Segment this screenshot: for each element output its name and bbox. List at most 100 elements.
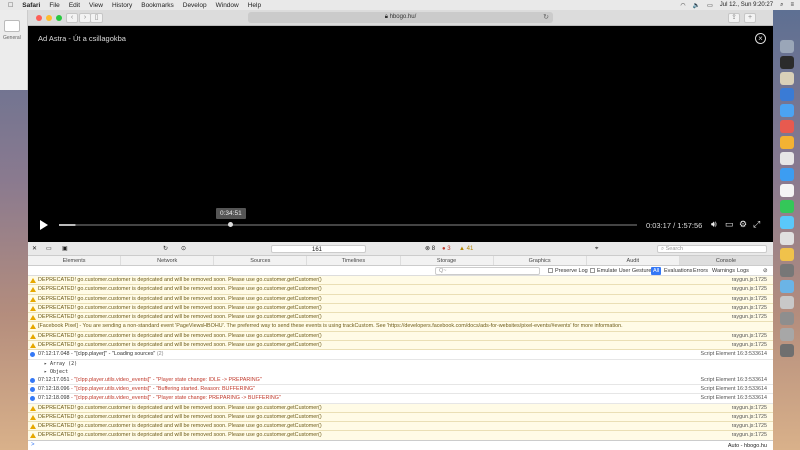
dock-app-icon[interactable] xyxy=(780,168,794,181)
tab-console[interactable]: Console xyxy=(679,256,773,265)
log-source-link[interactable]: raygun.js:1725 xyxy=(732,304,767,312)
log-source-link[interactable]: raygun.js:1725 xyxy=(732,295,767,303)
subtitles-icon[interactable]: ▭ xyxy=(725,219,734,230)
tab-graphics[interactable]: Graphics xyxy=(494,256,587,265)
dock-close-icon[interactable]: ✕ xyxy=(32,245,37,253)
play-icon[interactable] xyxy=(40,220,48,230)
settings-gear-icon[interactable]: ⚙︎ xyxy=(739,219,747,230)
tab-elements[interactable]: Elements xyxy=(28,256,122,265)
undock-icon[interactable]: ▣ xyxy=(62,245,68,253)
video-player[interactable]: Ad Astra - Út a csillagokba × 0:34:51 0:… xyxy=(28,26,773,242)
dock-app-icon[interactable] xyxy=(780,72,794,85)
menubar-clock[interactable]: Jul 12., Sun 9:20:27 xyxy=(720,2,773,8)
menu-edit[interactable]: Edit xyxy=(69,2,80,9)
reload-icon[interactable]: ↻ xyxy=(543,12,549,23)
preserve-log-checkbox[interactable]: Preserve Log xyxy=(548,267,588,275)
minimize-window-button[interactable] xyxy=(46,15,52,21)
dock-app-icon[interactable] xyxy=(780,56,794,69)
menu-develop[interactable]: Develop xyxy=(183,2,207,9)
dock-app-icon[interactable] xyxy=(780,344,794,357)
fullscreen-icon[interactable]: ⤢ xyxy=(753,219,760,230)
tab-sources[interactable]: Sources xyxy=(214,256,308,265)
address-bar[interactable]: 🔒︎ hbogo.hu/ ↻ xyxy=(248,12,553,23)
dock-app-icon[interactable] xyxy=(780,136,794,149)
volume-icon[interactable]: 🔈 xyxy=(693,2,700,9)
control-center-icon[interactable]: ≡ xyxy=(790,2,794,8)
tab-timelines[interactable]: Timelines xyxy=(307,256,401,265)
tab-storage[interactable]: Storage xyxy=(401,256,494,265)
menu-safari[interactable]: Safari xyxy=(22,2,40,9)
dock-app-icon[interactable] xyxy=(780,280,794,293)
dock-app-icon[interactable] xyxy=(780,88,794,101)
console-prompt[interactable]: > Auto - hbogo.hu xyxy=(28,440,773,450)
console-filter-input[interactable]: Q~ xyxy=(435,267,540,275)
share-button[interactable]: ⇪ xyxy=(728,13,740,23)
log-source-link[interactable]: raygun.js:1725 xyxy=(732,276,767,284)
tab-audit[interactable]: Audit xyxy=(587,256,680,265)
filter-warnings[interactable]: Warnings xyxy=(712,267,735,275)
execution-context-select[interactable]: Auto - hbogo.hu xyxy=(728,442,767,450)
dock-app-icon[interactable] xyxy=(780,248,794,261)
emulate-gesture-checkbox[interactable]: Emulate User Gesture xyxy=(590,267,651,275)
dock-side-icon[interactable]: ▭ xyxy=(46,245,52,253)
dock-app-icon[interactable] xyxy=(780,120,794,133)
dock-app-icon[interactable] xyxy=(780,312,794,325)
tab-network[interactable]: Network xyxy=(121,256,215,265)
menu-history[interactable]: History xyxy=(112,2,132,9)
close-player-button[interactable]: × xyxy=(755,33,766,44)
dock-app-icon[interactable] xyxy=(780,152,794,165)
filter-all[interactable]: All xyxy=(651,267,662,275)
log-source-link[interactable]: raygun.js:1725 xyxy=(732,285,767,293)
log-source-link[interactable]: raygun.js:1725 xyxy=(732,313,767,321)
sidebar-toggle-button[interactable]: ▯ xyxy=(90,13,103,23)
inspector-search-input[interactable]: ⌕ Search xyxy=(657,245,767,253)
dock-app-icon[interactable] xyxy=(780,184,794,197)
dock-app-icon[interactable] xyxy=(780,264,794,277)
menu-window[interactable]: Window xyxy=(216,2,239,9)
error-count[interactable]: ⊗ 8 xyxy=(425,245,435,253)
new-tab-button[interactable]: + xyxy=(744,13,756,23)
filter-errors[interactable]: Errors xyxy=(693,267,708,275)
menu-help[interactable]: Help xyxy=(248,2,261,9)
log-count[interactable]: ▲ 41 xyxy=(459,245,473,253)
search-icon[interactable]: ⌕ xyxy=(780,2,783,9)
dock-app-icon[interactable] xyxy=(780,216,794,229)
zoom-window-button[interactable] xyxy=(56,15,62,21)
dock-app-icon[interactable] xyxy=(780,200,794,213)
console-expander-row[interactable]: ▸ Array (2) xyxy=(28,359,773,368)
dock-app-icon[interactable] xyxy=(780,232,794,245)
log-source-link[interactable]: raygun.js:1725 xyxy=(732,413,767,421)
battery-icon[interactable]: ▭ xyxy=(707,2,713,9)
dock-app-icon[interactable] xyxy=(780,328,794,341)
download-icon[interactable]: ⊙ xyxy=(181,245,186,253)
console-expander-row[interactable]: ▸ Object xyxy=(28,367,773,376)
apple-menu-icon[interactable]:  xyxy=(8,2,13,9)
clear-console-icon[interactable]: ⊘ xyxy=(763,267,768,275)
log-source-link[interactable]: raygun.js:1725 xyxy=(732,341,767,349)
log-source-link[interactable]: Script Element 16:3:533614 xyxy=(700,394,767,402)
log-source-link[interactable]: Script Element 16:3:533614 xyxy=(700,376,767,384)
filter-logs[interactable]: Logs xyxy=(737,267,749,275)
log-source-link[interactable]: raygun.js:1725 xyxy=(732,422,767,430)
seek-hover-knob[interactable] xyxy=(227,222,233,227)
log-source-link[interactable]: raygun.js:1725 xyxy=(732,332,767,340)
volume-icon[interactable]: 🔊︎ xyxy=(711,219,717,230)
filter-evaluations[interactable]: Evaluations xyxy=(664,267,692,275)
back-button[interactable]: ‹ xyxy=(66,13,78,23)
dock-app-icon[interactable] xyxy=(780,104,794,117)
element-picker-icon[interactable]: ⌖ xyxy=(595,245,598,253)
log-source-link[interactable]: Script Element 16:3:533614 xyxy=(700,385,767,393)
menu-file[interactable]: File xyxy=(49,2,59,9)
wifi-icon[interactable]: ◠ xyxy=(680,2,685,9)
dock-app-icon[interactable] xyxy=(780,40,794,53)
log-source-link[interactable]: raygun.js:1725 xyxy=(732,404,767,412)
close-window-button[interactable] xyxy=(36,15,42,21)
warning-count[interactable]: ● 3 xyxy=(442,245,451,253)
seek-bar[interactable] xyxy=(59,222,637,227)
menu-bookmarks[interactable]: Bookmarks xyxy=(141,2,174,9)
web-inspector: ✕ ▭ ▣ ↻ ⊙ 161 ⊗ 8 ● 3 ▲ 41 ⌖ ⌕ Search El… xyxy=(28,242,773,450)
dock-app-icon[interactable] xyxy=(780,296,794,309)
menu-view[interactable]: View xyxy=(89,2,103,9)
reload-inspector-icon[interactable]: ↻ xyxy=(163,245,168,253)
log-source-link[interactable]: Script Element 16:3:533614 xyxy=(700,350,767,358)
